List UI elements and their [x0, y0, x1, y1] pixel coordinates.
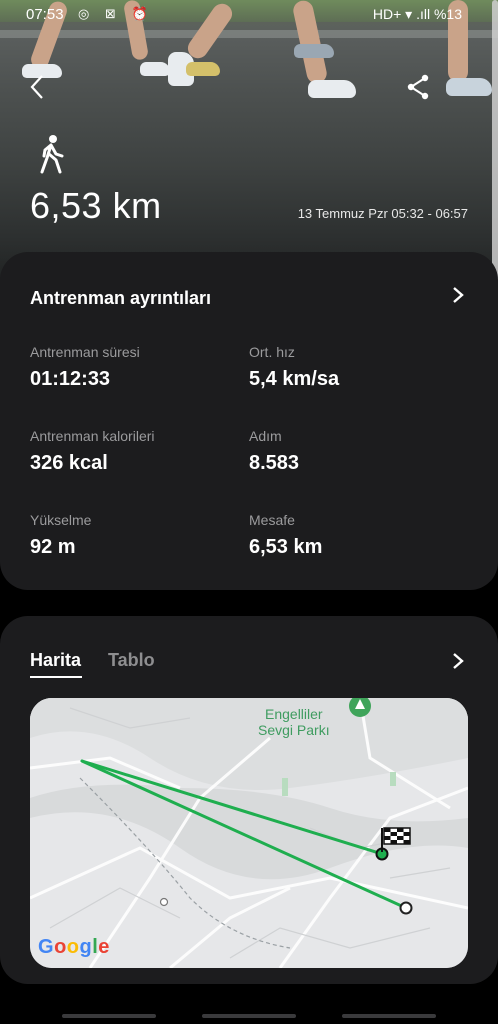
stat-label: Yükselme: [30, 512, 92, 528]
stat-value: 5,4 km/sa: [249, 368, 340, 390]
stat-duration: Antrenman süresi 01:12:33: [30, 344, 140, 391]
stat-elevation: Yükselme 92 m: [30, 512, 91, 559]
route-map[interactable]: Engelliler Sevgi Parkı Google: [30, 698, 468, 968]
share-button[interactable]: [406, 74, 430, 105]
hero-distance: 6,53 km: [30, 185, 162, 226]
stat-steps: Adım 8.583: [249, 428, 299, 475]
back-button[interactable]: [28, 74, 46, 105]
share-icon: [407, 74, 429, 100]
runner-shoe: [186, 62, 220, 76]
nav-home-button[interactable]: [202, 1014, 296, 1018]
workout-details-card[interactable]: Antrenman ayrıntıları Antrenman süresi 0…: [0, 252, 498, 590]
chevron-right-icon: [453, 287, 464, 303]
stat-value: 326 kcal: [30, 452, 108, 474]
google-logo: Google: [38, 936, 110, 958]
chevron-left-icon: [30, 75, 43, 99]
runner-shoe: [446, 78, 492, 96]
map-open-button[interactable]: [452, 650, 464, 676]
status-time: 07:53: [26, 6, 64, 23]
runner-shoe: [308, 80, 356, 98]
park-label-line1: Engelliler: [265, 706, 323, 722]
route-map-card: Harita Tablo Engelliler Sevgi Parkı Goog…: [0, 616, 498, 984]
tab-harita[interactable]: Harita: [30, 650, 81, 671]
chevron-right-icon: [453, 653, 464, 669]
stat-label: Ort. hız: [249, 344, 295, 360]
map-canvas: [30, 698, 468, 968]
stat-label: Antrenman kalorileri: [30, 428, 155, 444]
active-tab-indicator: [30, 676, 82, 678]
stat-avg-speed: Ort. hız 5,4 km/sa: [249, 344, 339, 391]
walking-person-icon: [40, 135, 64, 174]
map-park-label: Engelliler Sevgi Parkı: [258, 706, 330, 738]
workout-date-range: 13 Temmuz Pzr 05:32 - 06:57: [297, 206, 468, 221]
hero-curb: [0, 30, 498, 38]
details-open-button[interactable]: [452, 284, 464, 310]
stat-value: 6,53 km: [249, 536, 323, 558]
park-label-line2: Sevgi Parkı: [258, 722, 330, 738]
runner-shoe: [140, 62, 170, 76]
stat-calories: Antrenman kalorileri 326 kcal: [30, 428, 155, 475]
stat-value: 8.583: [249, 452, 300, 474]
stat-value: 01:12:33: [30, 368, 111, 390]
details-title: Antrenman ayrıntıları: [30, 288, 212, 308]
nav-back-button[interactable]: [342, 1014, 436, 1018]
stat-label: Antrenman süresi: [30, 344, 140, 360]
stat-value: 92 m: [30, 536, 76, 558]
status-indicators: HD+ ▾ .ıll %13: [372, 6, 462, 22]
stat-label: Adım: [249, 428, 282, 444]
runner-shoe: [294, 44, 334, 58]
status-notification-icons: ◎ ⊠ ⏰: [78, 6, 154, 21]
tab-tablo[interactable]: Tablo: [108, 650, 155, 671]
status-bar: 07:53 ◎ ⊠ ⏰ HD+ ▾ .ıll %13: [0, 4, 498, 26]
stat-label: Mesafe: [249, 512, 295, 528]
navigation-bar: [0, 1000, 498, 1024]
stat-distance: Mesafe 6,53 km: [249, 512, 322, 559]
nav-recent-button[interactable]: [62, 1014, 156, 1018]
